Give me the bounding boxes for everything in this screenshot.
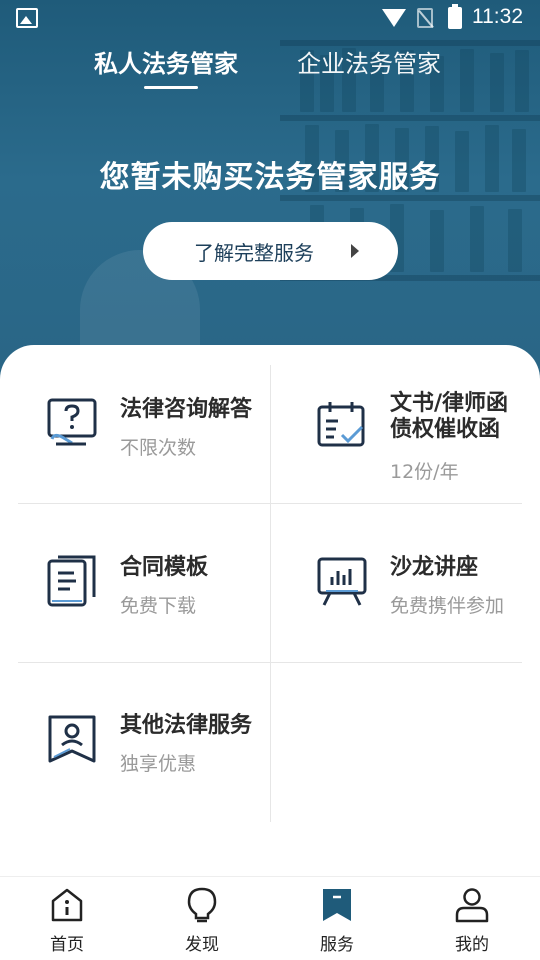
question-screen-icon	[47, 398, 97, 446]
service-subtitle: 免费下载	[120, 595, 197, 617]
nav-label: 发现	[185, 935, 219, 955]
service-legal-consultation[interactable]: 法律咨询解答 不限次数	[46, 397, 256, 477]
tab-enterprise-legal[interactable]: 企业法务管家	[297, 44, 441, 79]
person-badge-icon	[48, 715, 96, 763]
user-icon	[455, 888, 489, 923]
nav-label: 首页	[50, 935, 84, 955]
service-subtitle: 12份/年	[390, 461, 459, 483]
service-title: 文书/律师函 债权催收函	[390, 391, 509, 442]
nav-item-profile[interactable]: 我的	[432, 887, 512, 957]
tab-private-legal[interactable]: 私人法务管家	[94, 44, 238, 79]
status-bar: 11:32	[0, 0, 540, 36]
service-title: 沙龙讲座	[390, 555, 479, 580]
nav-label: 我的	[455, 935, 489, 955]
nav-item-services[interactable]: 服务	[297, 887, 377, 957]
nav-label: 服务	[320, 935, 354, 955]
no-sim-icon	[417, 8, 433, 28]
grid-divider-horizontal	[18, 503, 522, 504]
info-home-icon	[51, 888, 83, 922]
service-documents-letters[interactable]: 文书/律师函 债权催收函 12份/年	[316, 391, 526, 491]
nav-item-discover[interactable]: 发现	[162, 887, 242, 957]
arrow-right-icon	[351, 244, 359, 258]
battery-icon	[448, 4, 462, 29]
learn-more-button[interactable]: 了解完整服务	[143, 222, 398, 280]
active-tab-indicator	[144, 86, 198, 89]
grid-divider-vertical	[270, 365, 271, 822]
service-title: 合同模板	[120, 555, 209, 580]
bookmark-icon	[323, 889, 351, 921]
image-notification-icon	[16, 8, 38, 28]
presentation-board-icon	[317, 557, 367, 606]
service-subtitle: 免费携伴参加	[390, 595, 505, 617]
service-title: 法律咨询解答	[120, 397, 253, 422]
lightbulb-icon	[187, 887, 217, 923]
service-subtitle: 不限次数	[120, 437, 197, 459]
status-time: 11:32	[472, 5, 523, 28]
hero-title: 您暂未购买法务管家服务	[99, 160, 441, 195]
services-panel: 法律咨询解答 不限次数 文书/律师函 债权催收函 12份/年 合同模板 免费下载	[0, 345, 540, 945]
calendar-check-icon	[317, 402, 365, 447]
service-other-legal[interactable]: 其他法律服务 独享优惠	[46, 713, 266, 793]
nav-item-home[interactable]: 首页	[27, 887, 107, 957]
service-salon-lectures[interactable]: 沙龙讲座 免费携伴参加	[316, 555, 526, 635]
document-stack-icon	[47, 555, 96, 607]
service-subtitle: 独享优惠	[120, 753, 197, 775]
service-contract-templates[interactable]: 合同模板 免费下载	[46, 555, 256, 635]
service-title: 其他法律服务	[120, 713, 253, 738]
learn-more-label: 了解完整服务	[194, 240, 314, 265]
bottom-navigation: 首页 发现 服务 我的	[0, 876, 540, 960]
grid-divider-horizontal	[18, 662, 522, 663]
tab-bar: 私人法务管家 企业法务管家	[0, 44, 540, 94]
wifi-icon	[382, 9, 406, 27]
